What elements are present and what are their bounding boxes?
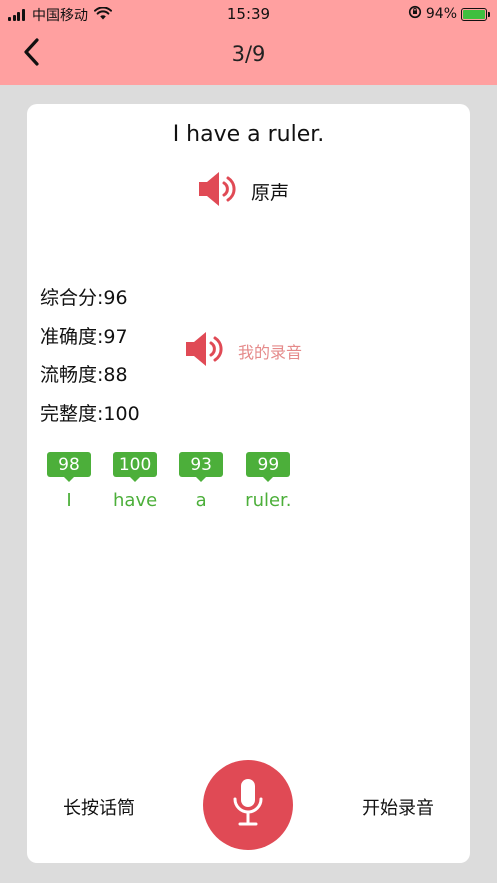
header-bar: 中国移动 15:39 94% 3/9	[0, 0, 497, 85]
word-item: 98 I	[47, 452, 91, 511]
original-audio-button[interactable]: 原声	[197, 170, 289, 212]
word-score-badge: 93	[179, 452, 224, 482]
battery-percent: 94%	[425, 6, 457, 22]
word-scores: 98 I 100 have 93 a 99 ruler.	[47, 452, 314, 511]
word-item: 100 have	[113, 452, 157, 511]
word-score-badge: 98	[47, 452, 91, 482]
status-right: 94%	[408, 5, 490, 23]
word-item: 99 ruler.	[245, 452, 292, 511]
orientation-lock-icon	[408, 5, 422, 23]
score-list: 综合分:96 准确度:97 流畅度:88 完整度:100	[40, 279, 140, 433]
word-text: a	[195, 490, 207, 511]
practice-card: I have a ruler. 原声 综合分:96 准确度:97 流畅度:88 …	[27, 104, 470, 863]
speaker-icon	[184, 330, 224, 372]
speaker-icon	[197, 170, 237, 212]
start-recording-hint: 开始录音	[362, 798, 434, 819]
word-item: 93 a	[179, 452, 224, 511]
word-text: ruler.	[245, 490, 292, 511]
original-audio-label: 原声	[251, 181, 290, 204]
score-overall: 综合分:96	[40, 287, 128, 309]
my-recording-label: 我的录音	[238, 343, 303, 362]
score-completeness: 完整度:100	[40, 402, 140, 425]
sentence-text: I have a ruler.	[172, 122, 325, 147]
microphone-icon	[231, 777, 265, 833]
score-accuracy: 准确度:97	[40, 325, 128, 348]
hold-mic-hint: 长按话筒	[63, 798, 135, 819]
word-score-badge: 100	[113, 452, 158, 482]
record-button[interactable]	[203, 760, 293, 850]
word-text: have	[113, 490, 158, 511]
word-text: I	[66, 490, 72, 511]
my-recording-button[interactable]: 我的录音	[184, 330, 302, 372]
page-title: 3/9	[231, 42, 266, 66]
battery-icon	[461, 7, 490, 21]
word-score-badge: 99	[246, 452, 291, 482]
status-bar: 中国移动 15:39 94%	[0, 0, 497, 28]
score-fluency: 流畅度:88	[40, 364, 128, 386]
